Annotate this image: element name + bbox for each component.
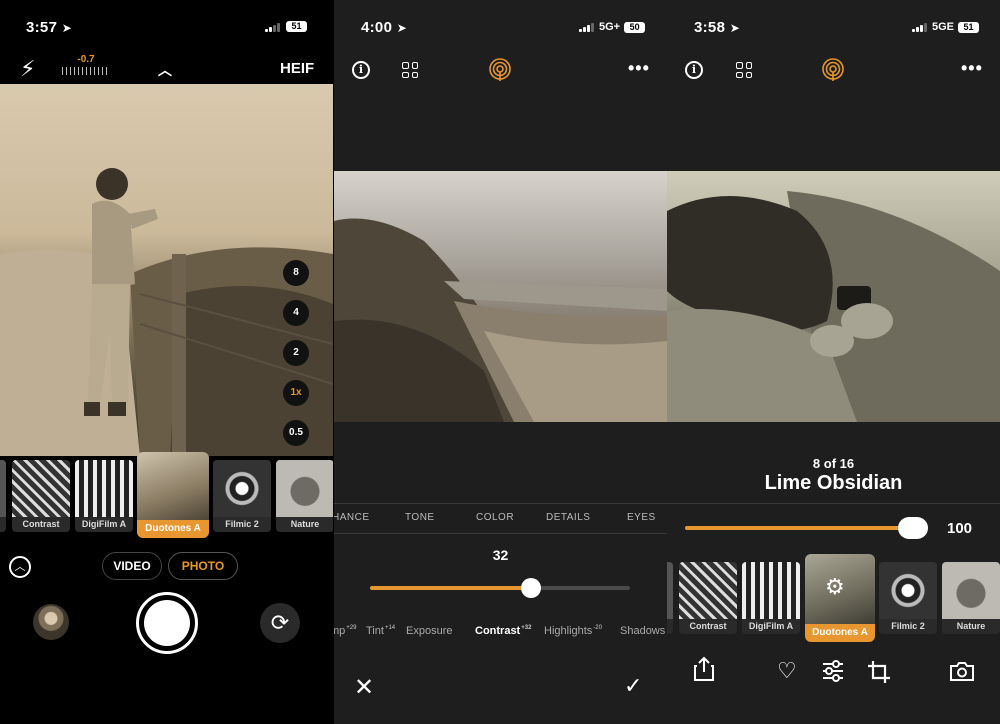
filter-thumb-filmic-2[interactable]: Filmic 2 [879, 562, 937, 634]
edit-preview-image [334, 171, 667, 422]
more-options-icon[interactable]: ••• [961, 58, 983, 79]
zoom-level-1x[interactable]: 1x [283, 380, 309, 406]
strength-slider[interactable] [685, 517, 928, 539]
filter-thumb-digifilm-a[interactable]: DigiFilm A [75, 460, 133, 532]
slider-fill [685, 526, 913, 530]
editor-panel: 4:00 ➤ 5G+ 50 i ••• HANCE TONE COLOR DET… [334, 0, 667, 724]
divider [667, 503, 1000, 504]
tab-tone[interactable]: TONE [405, 512, 435, 523]
battery-icon: 50 [624, 21, 646, 33]
network-label: 5GE [932, 21, 955, 33]
share-icon[interactable] [693, 656, 715, 682]
adjustment-contrast[interactable]: Contrast+32 [475, 625, 531, 637]
zoom-control: 8 4 2 1x 0.5 [283, 260, 309, 446]
filter-thumb-filmic-2[interactable]: Filmic 2 [213, 460, 271, 532]
zoom-level-0-5[interactable]: 0.5 [283, 420, 309, 446]
video-mode-button[interactable]: VIDEO [102, 552, 162, 580]
filter-thumb-partial[interactable] [0, 460, 6, 532]
tab-color[interactable]: COLOR [476, 512, 514, 523]
close-icon[interactable]: ✕ [354, 673, 374, 702]
network-label: 5G+ [599, 21, 621, 33]
expand-up-icon[interactable]: ︿ [9, 556, 31, 578]
slider-knob[interactable] [898, 517, 928, 539]
sliders-icon: ⚙ [825, 574, 845, 599]
edit-preview-scene [334, 218, 667, 422]
flash-icon[interactable]: ⚡ [20, 56, 35, 82]
zoom-level-2[interactable]: 2 [283, 340, 309, 366]
adjustment-list: mp+29 Tint+14 Exposure Contrast+32 Highl… [334, 625, 667, 643]
status-indicators: 51 [265, 21, 307, 32]
broadcast-icon[interactable] [821, 58, 845, 82]
grid-icon[interactable] [736, 62, 752, 78]
zoom-level-4[interactable]: 4 [283, 300, 309, 326]
slider-value: 32 [492, 547, 509, 563]
gallery-thumbnail[interactable] [33, 604, 69, 640]
switch-camera-icon[interactable]: ⟳ [260, 603, 300, 643]
grid-icon[interactable] [402, 62, 418, 78]
more-options-icon[interactable]: ••• [628, 58, 650, 79]
checkmark-icon[interactable]: ✓ [624, 673, 642, 699]
filter-thumb-nature[interactable]: Nature [276, 460, 333, 532]
contrast-slider[interactable] [370, 578, 630, 598]
filter-thumb-digifilm-a[interactable]: DigiFilm A [742, 562, 800, 634]
adjust-sliders-icon[interactable] [821, 660, 845, 682]
slider-fill [370, 586, 532, 590]
preset-preview-image [667, 171, 1000, 422]
preset-panel: 3:58 ➤ 5GE 51 i ••• 8 of 16 Lime Obsidia… [667, 0, 1000, 724]
slider-knob[interactable] [521, 578, 542, 598]
camera-panel: 3:57 ➤ 51 ⚡ -0.7 ︿ HEIF 8 4 2 1x 0.5 Con… [0, 0, 333, 724]
viewfinder[interactable]: 8 4 2 1x 0.5 [0, 84, 333, 456]
zoom-level-8[interactable]: 8 [283, 260, 309, 286]
heart-icon[interactable]: ♡ [777, 658, 797, 684]
preset-counter: 8 of 16 [812, 456, 855, 471]
chevron-up-icon[interactable]: ︿ [158, 60, 172, 80]
filter-thumb-nature[interactable]: Nature [942, 562, 1000, 634]
exposure-scale [62, 67, 110, 75]
preset-title: Lime Obsidian [764, 472, 903, 494]
filter-thumb-partial[interactable] [667, 562, 673, 634]
crop-icon[interactable] [867, 660, 891, 684]
signal-icon [912, 22, 928, 32]
photo-mode-button[interactable]: PHOTO [168, 552, 238, 580]
status-indicators: 5G+ 50 [579, 21, 646, 33]
adjustment-temp[interactable]: mp+29 [334, 625, 356, 637]
filter-strip: Contrast DigiFilm A Duotones A Filmic 2 … [0, 452, 333, 540]
divider [334, 533, 667, 534]
info-icon[interactable]: i [685, 61, 703, 79]
status-time: 4:00 ➤ [361, 19, 408, 36]
tab-details[interactable]: DETAILS [546, 512, 590, 523]
adjustment-exposure[interactable]: Exposure [406, 625, 452, 637]
edit-category-tabs: HANCE TONE COLOR DETAILS EYES [334, 512, 667, 526]
preset-preview-scene [667, 191, 1000, 422]
filter-strip: Contrast DigiFilm A ⚙ Duotones A Filmic … [667, 554, 1000, 642]
divider [334, 503, 667, 504]
adjustment-tint[interactable]: Tint+14 [366, 625, 395, 637]
adjustment-shadows[interactable]: Shadows [620, 625, 665, 637]
battery-icon: 51 [958, 21, 980, 33]
signal-icon [265, 22, 281, 32]
strength-value: 100 [947, 520, 973, 537]
exposure-value: -0.7 [77, 54, 95, 65]
info-icon[interactable]: i [352, 61, 370, 79]
adjustment-highlights[interactable]: Highlights-20 [544, 625, 602, 637]
exposure-control[interactable]: -0.7 [62, 54, 110, 75]
signal-icon [579, 22, 595, 32]
battery-icon: 51 [286, 21, 307, 32]
shutter-button[interactable] [136, 592, 198, 654]
tab-eyes[interactable]: EYES [627, 512, 656, 523]
status-time: 3:58 ➤ [694, 19, 741, 36]
tab-enhance[interactable]: HANCE [334, 512, 370, 523]
camera-icon[interactable] [949, 660, 975, 682]
filter-thumb-contrast[interactable]: Contrast [12, 460, 70, 532]
filter-thumb-duotones-a[interactable]: Duotones A [137, 452, 209, 538]
format-label[interactable]: HEIF [280, 60, 314, 77]
broadcast-icon[interactable] [488, 58, 512, 82]
status-time: 3:57 ➤ [26, 19, 73, 36]
filter-thumb-contrast[interactable]: Contrast [679, 562, 737, 634]
filter-thumb-duotones-a[interactable]: ⚙ Duotones A [805, 554, 875, 642]
status-indicators: 5GE 51 [912, 21, 980, 33]
